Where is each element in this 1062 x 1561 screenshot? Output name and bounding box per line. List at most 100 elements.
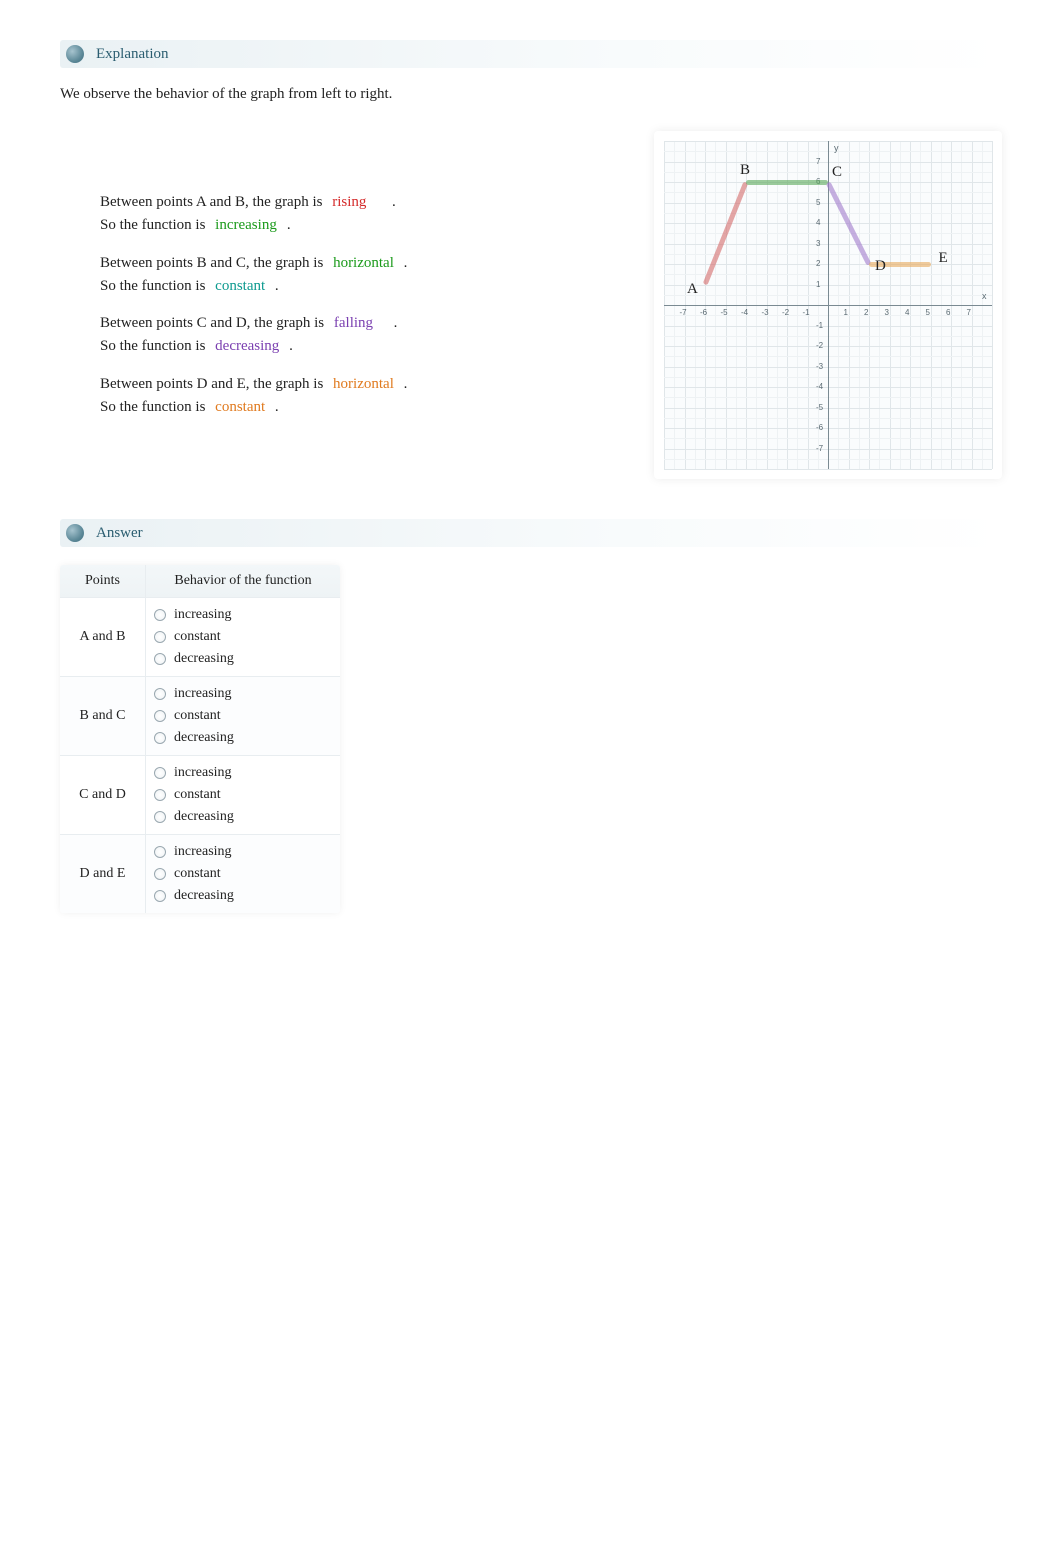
radio-icon[interactable] <box>154 653 166 665</box>
table-row: B and C increasing constant decreasing <box>60 676 340 755</box>
option-constant[interactable]: constant <box>154 863 332 885</box>
option-increasing[interactable]: increasing <box>154 604 332 626</box>
para-ab: Between points A and B, the graph is ris… <box>100 191 630 238</box>
y-tick: 1 <box>816 280 820 289</box>
x-tick: -5 <box>721 308 728 317</box>
y-tick: -5 <box>816 403 823 412</box>
x-tick: 3 <box>885 308 889 317</box>
option-increasing[interactable]: increasing <box>154 683 332 705</box>
row-options: increasing constant decreasing <box>146 835 340 913</box>
option-label: decreasing <box>174 809 234 825</box>
de1-pre: Between points D and E, the graph is <box>100 376 327 392</box>
row-label: B and C <box>60 677 146 755</box>
point-label-A: A <box>687 281 698 298</box>
answer-header: Answer <box>60 519 1002 547</box>
period: . <box>404 376 408 392</box>
point-label-B: B <box>740 162 750 179</box>
radio-icon[interactable] <box>154 811 166 823</box>
point-label-D: D <box>875 258 886 275</box>
intro-text: We observe the behavior of the graph fro… <box>60 86 1002 103</box>
y-tick: -1 <box>816 321 823 330</box>
option-constant[interactable]: constant <box>154 626 332 648</box>
option-label: constant <box>174 629 221 645</box>
point-label-E: E <box>939 250 948 267</box>
ab1-blank: rising <box>326 191 388 214</box>
x-tick: -6 <box>700 308 707 317</box>
period: . <box>392 194 396 210</box>
bc1-blank: horizontal <box>327 252 400 275</box>
explanation-title: Explanation <box>96 46 168 63</box>
option-constant[interactable]: constant <box>154 784 332 806</box>
option-decreasing[interactable]: decreasing <box>154 648 332 670</box>
option-increasing[interactable]: increasing <box>154 841 332 863</box>
cd1-pre: Between points C and D, the graph is <box>100 315 328 331</box>
table-row: A and Bincreasingconstantdecreasing <box>60 597 340 676</box>
option-decreasing[interactable]: decreasing <box>154 727 332 749</box>
para-bc: Between points B and C, the graph is hor… <box>100 252 630 299</box>
x-tick: 2 <box>864 308 868 317</box>
para-de: Between points D and E, the graph is hor… <box>100 373 630 420</box>
x-tick: -3 <box>762 308 769 317</box>
explanation-header: Explanation <box>60 40 1002 68</box>
radio-icon[interactable] <box>154 846 166 858</box>
de2-pre: So the function is <box>100 399 209 415</box>
radio-icon[interactable] <box>154 868 166 880</box>
answer-title: Answer <box>96 525 143 542</box>
table-header-row: Points Behavior of the function <box>60 565 340 597</box>
option-label: constant <box>174 708 221 724</box>
radio-icon[interactable] <box>154 609 166 621</box>
radio-icon[interactable] <box>154 688 166 700</box>
de1-blank: horizontal <box>327 373 400 396</box>
radio-icon[interactable] <box>154 732 166 744</box>
y-tick: -3 <box>816 362 823 371</box>
period: . <box>394 315 398 331</box>
bc2-blank: constant <box>209 275 271 298</box>
cd2-pre: So the function is <box>100 338 209 354</box>
option-decreasing[interactable]: decreasing <box>154 885 332 907</box>
x-tick: 6 <box>946 308 950 317</box>
option-decreasing[interactable]: decreasing <box>154 806 332 828</box>
option-label: constant <box>174 866 221 882</box>
option-constant[interactable]: constant <box>154 705 332 727</box>
period: . <box>287 217 291 233</box>
para-cd: Between points C and D, the graph is fal… <box>100 312 630 359</box>
radio-icon[interactable] <box>154 631 166 643</box>
y-tick: 3 <box>816 239 820 248</box>
x-tick: 1 <box>844 308 848 317</box>
bc2-pre: So the function is <box>100 278 209 294</box>
y-tick: 4 <box>816 218 820 227</box>
y-tick: 2 <box>816 259 820 268</box>
option-label: increasing <box>174 844 232 860</box>
radio-icon[interactable] <box>154 767 166 779</box>
x-tick: 5 <box>926 308 930 317</box>
y-tick: -7 <box>816 444 823 453</box>
radio-icon[interactable] <box>154 890 166 902</box>
option-label: decreasing <box>174 651 234 667</box>
option-increasing[interactable]: increasing <box>154 762 332 784</box>
radio-icon[interactable] <box>154 710 166 722</box>
row-label: D and E <box>60 835 146 913</box>
period: . <box>289 338 293 354</box>
bullet-icon <box>66 524 84 542</box>
ab2-pre: So the function is <box>100 217 209 233</box>
x-tick: -7 <box>680 308 687 317</box>
cd2-blank: decreasing <box>209 335 285 358</box>
x-tick: 4 <box>905 308 909 317</box>
option-label: decreasing <box>174 888 234 904</box>
ab2-blank: increasing <box>209 214 283 237</box>
coordinate-graph: -7-6-5-4-3-2-11234567-7-6-5-4-3-2-112345… <box>664 141 992 469</box>
x-tick: 7 <box>967 308 971 317</box>
row-options: increasing constant decreasing <box>146 677 340 755</box>
option-label: constant <box>174 787 221 803</box>
y-tick: 5 <box>816 198 820 207</box>
y-tick: -2 <box>816 341 823 350</box>
y-tick: -4 <box>816 382 823 391</box>
radio-icon[interactable] <box>154 789 166 801</box>
de2-blank: constant <box>209 396 271 419</box>
cd1-blank: falling <box>328 312 390 335</box>
row-options: increasing constant decreasing <box>146 598 340 676</box>
option-label: decreasing <box>174 730 234 746</box>
answer-table: Points Behavior of the function A and Bi… <box>60 565 340 913</box>
period: . <box>275 278 279 294</box>
explanation-body: Between points A and B, the graph is ris… <box>60 131 1002 479</box>
